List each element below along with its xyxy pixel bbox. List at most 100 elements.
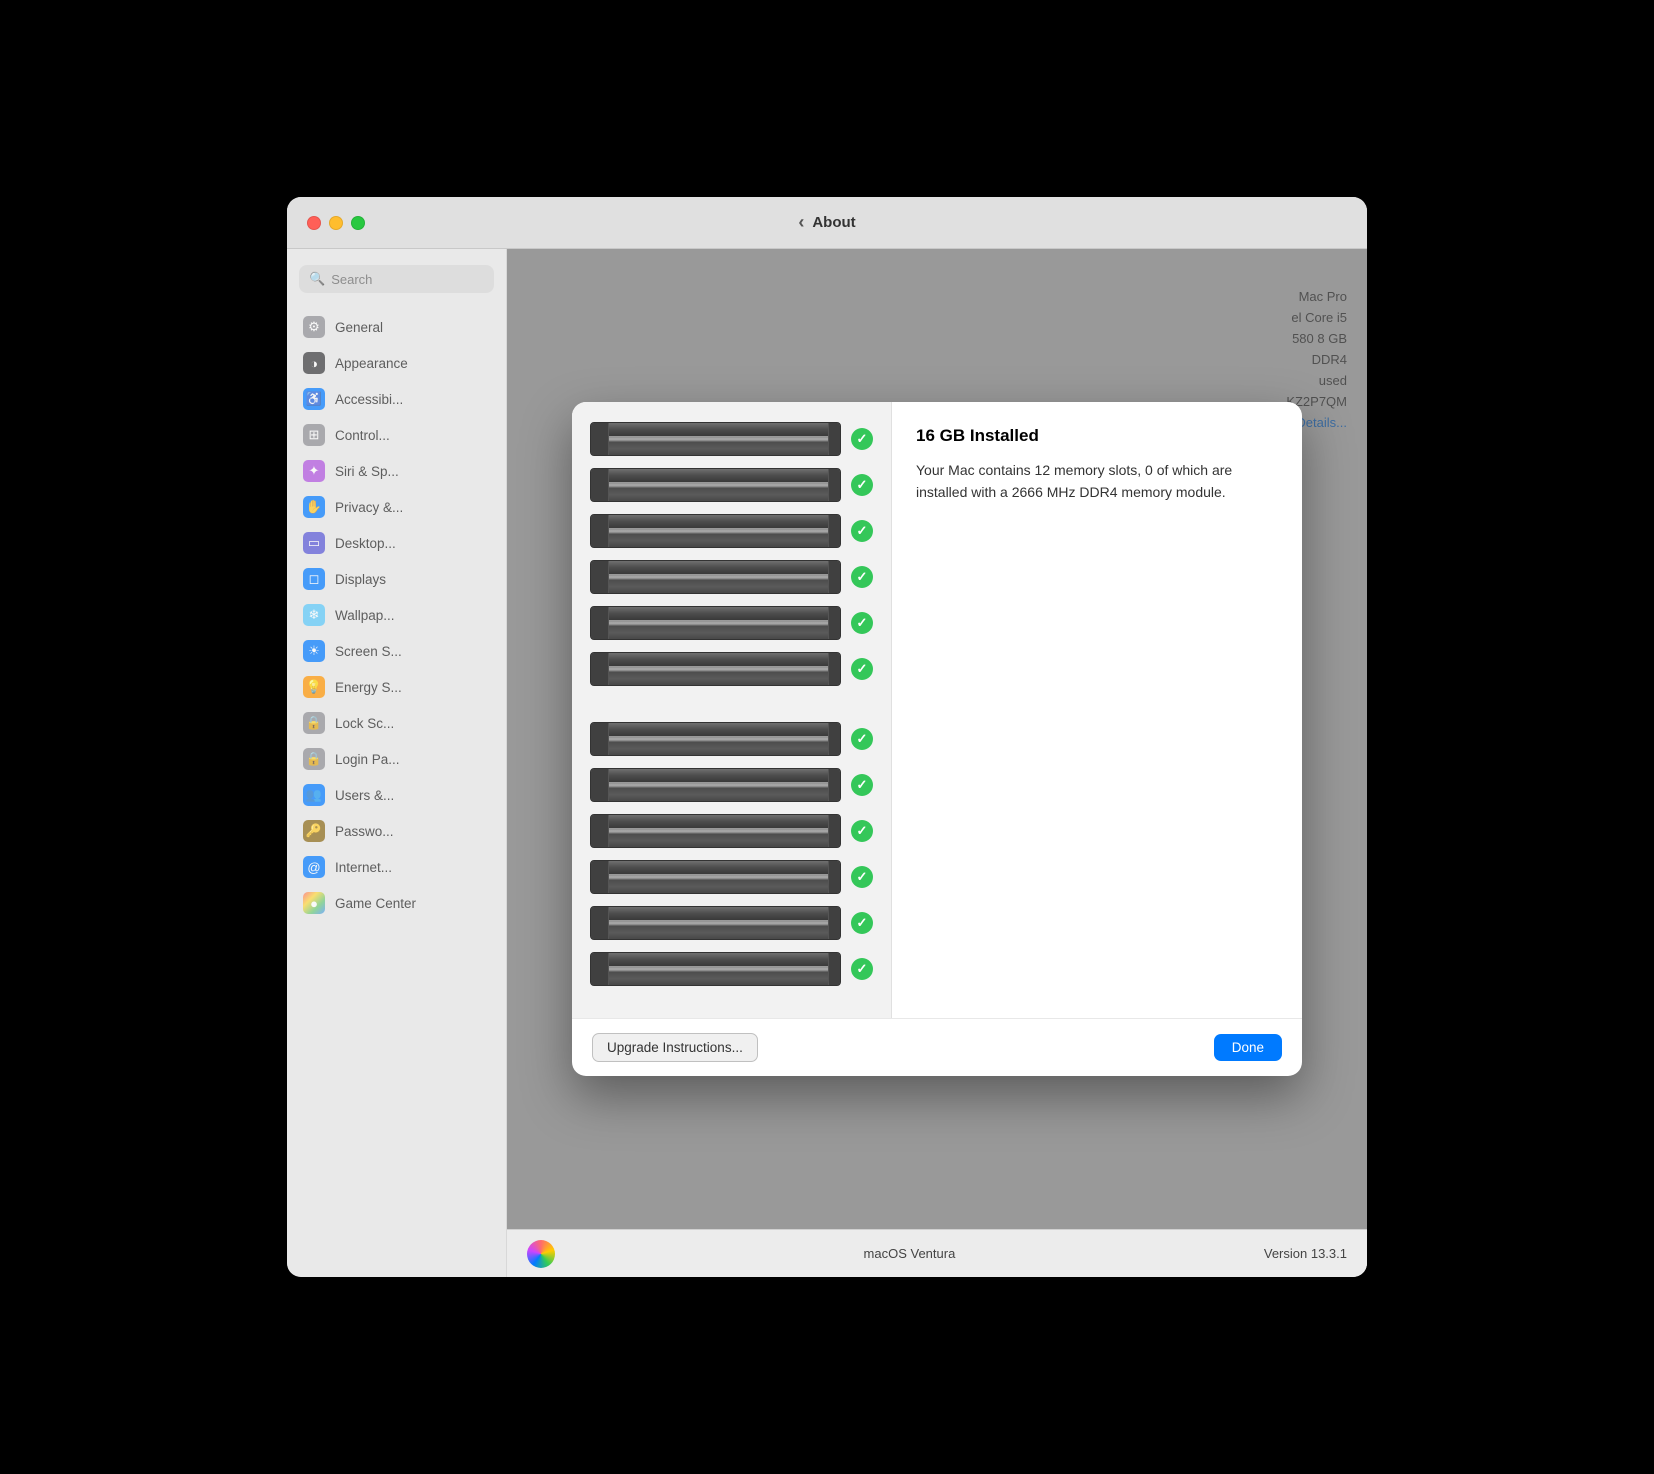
module-notch-right-2: [828, 469, 840, 501]
mac-window: ‹ About 🔍 Search ⚙ General ◑ Appearance …: [287, 197, 1367, 1277]
displays-icon: ◻: [303, 568, 325, 590]
sidebar-item-login[interactable]: 🔒 Login Pa...: [287, 741, 506, 777]
memory-slot-row-6: ✓: [590, 652, 873, 686]
sidebar-label-lock: Lock Sc...: [335, 716, 394, 731]
sidebar-item-accessibility[interactable]: ♿ Accessibi...: [287, 381, 506, 417]
sidebar-item-passwords[interactable]: 🔑 Passwo...: [287, 813, 506, 849]
search-label: Search: [331, 272, 372, 287]
memory-slot-row-9: ✓: [590, 814, 873, 848]
screen-icon: ☀: [303, 640, 325, 662]
module-notch-left-8: [591, 769, 609, 801]
os-name-label: macOS Ventura: [864, 1246, 956, 1261]
module-body-6: [609, 653, 828, 685]
module-notch-right-7: [828, 723, 840, 755]
memory-module-4: [590, 560, 841, 594]
appearance-icon: ◑: [303, 352, 325, 374]
sidebar-item-screen[interactable]: ☀ Screen S...: [287, 633, 506, 669]
sidebar-item-control[interactable]: ⊞ Control...: [287, 417, 506, 453]
back-arrow-icon[interactable]: ‹: [798, 212, 804, 233]
module-notch-left-10: [591, 861, 609, 893]
module-body-3: [609, 515, 828, 547]
module-stripe-4: [609, 574, 828, 580]
sidebar-item-desktop[interactable]: ▭ Desktop...: [287, 525, 506, 561]
upgrade-instructions-button[interactable]: Upgrade Instructions...: [592, 1033, 758, 1062]
module-body-10: [609, 861, 828, 893]
memory-module-2: [590, 468, 841, 502]
bottom-os-name: macOS Ventura: [864, 1246, 956, 1261]
internet-icon: @: [303, 856, 325, 878]
search-bar[interactable]: 🔍 Search: [299, 265, 494, 293]
memory-module-10: [590, 860, 841, 894]
module-notch-right-6: [828, 653, 840, 685]
memory-slot-row-5: ✓: [590, 606, 873, 640]
check-icon-3: ✓: [851, 520, 873, 542]
memory-module-3: [590, 514, 841, 548]
sidebar-item-displays[interactable]: ◻ Displays: [287, 561, 506, 597]
memory-module-6: [590, 652, 841, 686]
module-notch-right-1: [828, 423, 840, 455]
module-notch-right-5: [828, 607, 840, 639]
close-button[interactable]: [307, 216, 321, 230]
sidebar-item-privacy[interactable]: ✋ Privacy &...: [287, 489, 506, 525]
module-notch-left-7: [591, 723, 609, 755]
memory-slot-row-11: ✓: [590, 906, 873, 940]
os-version-label: Version 13.3.1: [1264, 1246, 1347, 1261]
done-button[interactable]: Done: [1214, 1034, 1282, 1061]
sidebar-item-energy[interactable]: 💡 Energy S...: [287, 669, 506, 705]
sidebar-label-users: Users &...: [335, 788, 394, 803]
memory-module-12: [590, 952, 841, 986]
sidebar-item-game-center[interactable]: ● Game Center: [287, 885, 506, 921]
module-notch-left-3: [591, 515, 609, 547]
module-body-11: [609, 907, 828, 939]
memory-slot-group-2: ✓: [590, 722, 873, 998]
accessibility-icon: ♿: [303, 388, 325, 410]
module-stripe-10: [609, 874, 828, 880]
sidebar-item-wallpaper[interactable]: ❄ Wallpap...: [287, 597, 506, 633]
module-notch-left-2: [591, 469, 609, 501]
module-stripe-1: [609, 436, 828, 442]
check-icon-6: ✓: [851, 658, 873, 680]
energy-icon: 💡: [303, 676, 325, 698]
module-body-5: [609, 607, 828, 639]
memory-slot-row-2: ✓: [590, 468, 873, 502]
passwords-icon: 🔑: [303, 820, 325, 842]
sidebar-label-accessibility: Accessibi...: [335, 392, 403, 407]
content-area: 🔍 Search ⚙ General ◑ Appearance ♿ Access…: [287, 249, 1367, 1277]
sidebar-item-lock[interactable]: 🔒 Lock Sc...: [287, 705, 506, 741]
traffic-lights: [307, 216, 365, 230]
sidebar-item-appearance[interactable]: ◑ Appearance: [287, 345, 506, 381]
sidebar-label-passwords: Passwo...: [335, 824, 394, 839]
check-icon-2: ✓: [851, 474, 873, 496]
bottom-bar: macOS Ventura Version 13.3.1: [507, 1229, 1367, 1277]
sidebar-item-general[interactable]: ⚙ General: [287, 309, 506, 345]
title-bar-center: ‹ About: [798, 212, 855, 233]
sidebar: 🔍 Search ⚙ General ◑ Appearance ♿ Access…: [287, 249, 507, 1277]
sidebar-item-siri[interactable]: ✦ Siri & Sp...: [287, 453, 506, 489]
memory-module-11: [590, 906, 841, 940]
memory-slot-row-4: ✓: [590, 560, 873, 594]
module-body-4: [609, 561, 828, 593]
module-notch-left-11: [591, 907, 609, 939]
module-stripe-5: [609, 620, 828, 626]
minimize-button[interactable]: [329, 216, 343, 230]
sidebar-item-users[interactable]: 👥 Users &...: [287, 777, 506, 813]
about-content: Mac Pro el Core i5 580 8 GB DDR4 used KZ…: [507, 249, 1367, 1229]
module-body-7: [609, 723, 828, 755]
module-stripe-7: [609, 736, 828, 742]
maximize-button[interactable]: [351, 216, 365, 230]
siri-icon: ✦: [303, 460, 325, 482]
module-notch-left-1: [591, 423, 609, 455]
memory-modal: ✓: [572, 402, 1302, 1076]
sidebar-item-internet[interactable]: @ Internet...: [287, 849, 506, 885]
sidebar-label-displays: Displays: [335, 572, 386, 587]
sidebar-label-desktop: Desktop...: [335, 536, 396, 551]
memory-slot-row-10: ✓: [590, 860, 873, 894]
memory-slot-row-7: ✓: [590, 722, 873, 756]
module-notch-left-4: [591, 561, 609, 593]
desktop-icon: ▭: [303, 532, 325, 554]
sidebar-label-privacy: Privacy &...: [335, 500, 403, 515]
module-body-9: [609, 815, 828, 847]
memory-slot-row-8: ✓: [590, 768, 873, 802]
memory-slot-row-12: ✓: [590, 952, 873, 986]
module-stripe-11: [609, 920, 828, 926]
